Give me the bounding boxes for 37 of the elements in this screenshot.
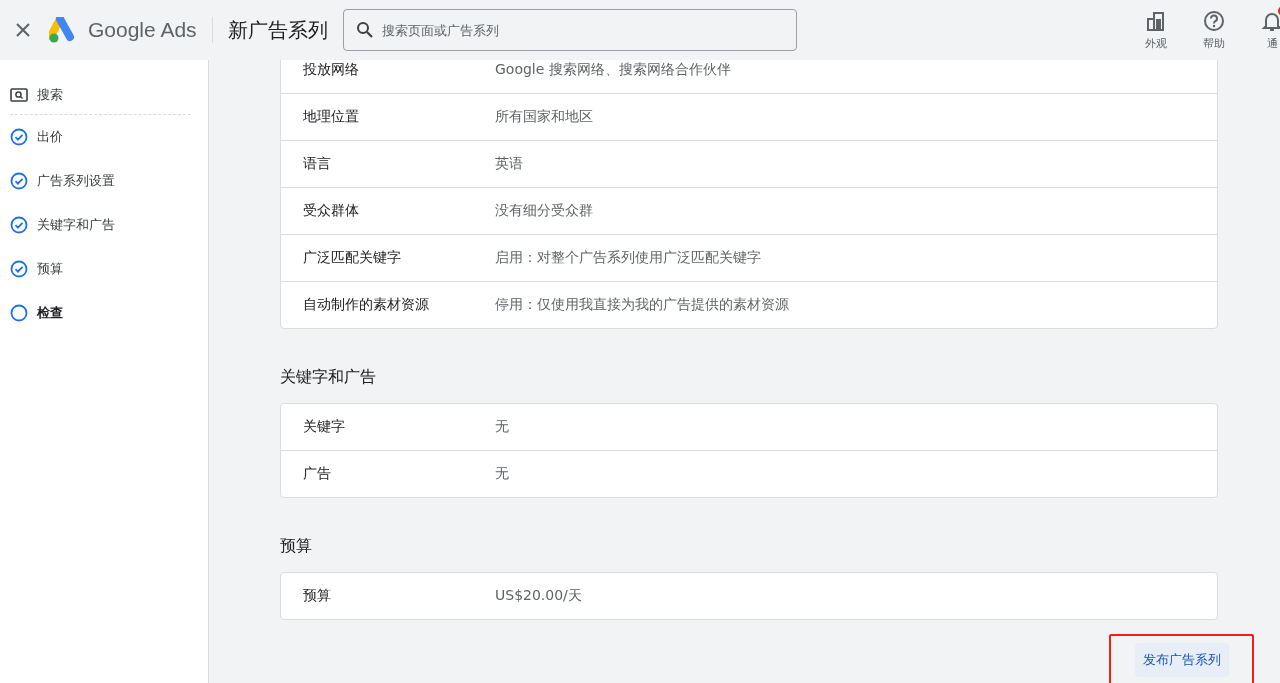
field-label: 投放网络 [302, 61, 360, 79]
sidebar-item[interactable]: 关键字和广告 [0, 203, 208, 247]
field-value: 无 [495, 465, 509, 483]
product-name: Google Ads [88, 17, 213, 43]
field-label: 语言 [302, 155, 332, 173]
field-value: 英语 [495, 155, 523, 173]
action-label[interactable]: 帮助 [1203, 35, 1225, 51]
field-value: 停用：仅使用我直接为我的广告提供的素材资源 [495, 296, 789, 314]
help-icon[interactable] [1203, 9, 1225, 32]
field-label: 预算 [302, 587, 332, 605]
search-field[interactable]: 搜索页面或广告系列 [342, 9, 797, 51]
field-value: 启用：对整个广告系列使用广泛匹配关键字 [495, 249, 761, 267]
field-label: 受众群体 [302, 202, 360, 220]
field-value: 所有国家和地区 [495, 108, 593, 126]
field-value: 没有细分受众群 [495, 202, 593, 220]
field-label: 关键字 [302, 418, 346, 436]
sidebar-item[interactable]: 搜索 [0, 84, 208, 106]
field-label: 地理位置 [302, 108, 360, 126]
page-title: 新广告系列 [227, 16, 329, 44]
close-icon[interactable] [15, 22, 31, 38]
action-label[interactable]: 通 [1266, 35, 1278, 51]
section-heading: 关键字和广告 [280, 367, 377, 388]
chart-icon[interactable] [1145, 9, 1167, 32]
field-value: Google 搜索网络、搜索网络合作伙伴 [495, 61, 731, 79]
sidebar-item[interactable]: 广告系列设置 [0, 159, 208, 203]
sidebar-item[interactable]: 出价 [0, 115, 208, 159]
field-value: 无 [495, 418, 509, 436]
action-label[interactable]: 外观 [1145, 35, 1167, 51]
field-label: 广泛匹配关键字 [302, 249, 402, 267]
section-heading: 预算 [280, 536, 313, 557]
field-value: US$20.00/天 [495, 587, 582, 605]
field-label: 广告 [302, 465, 332, 483]
sidebar-item[interactable]: 预算 [0, 247, 208, 291]
publish-button[interactable]: 发布广告系列 [1135, 643, 1229, 677]
search-icon [10, 86, 28, 104]
sidebar-item[interactable]: 检查 [0, 291, 208, 335]
field-label: 自动制作的素材资源 [302, 296, 430, 314]
